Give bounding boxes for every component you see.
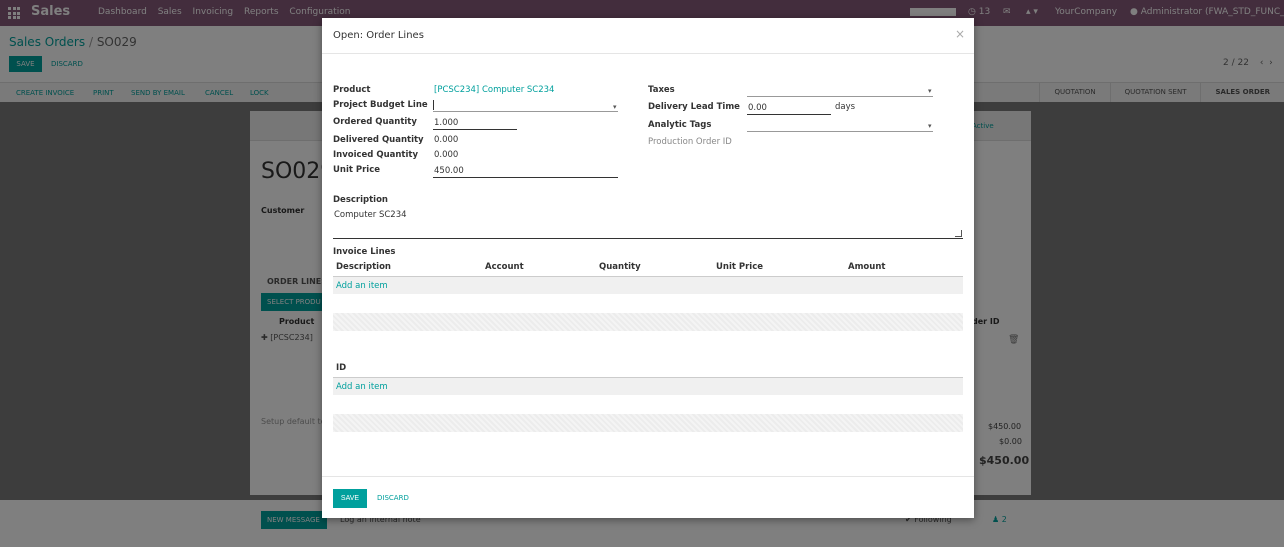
dialog-title: Open: Order Lines [333,30,424,41]
text-cursor [433,100,434,110]
dialog-discard-button[interactable]: DISCARD [377,494,409,502]
production-order-id-label: Production Order ID [648,137,732,147]
empty-row [333,313,963,331]
unit-price-label: Unit Price [333,165,381,175]
budget-underline [433,111,618,112]
taxes-label: Taxes [648,85,675,95]
resize-handle-icon[interactable] [955,230,962,237]
product-link[interactable]: [PCSC234] Computer SC234 [434,85,554,95]
invoiced-quantity-value: 0.000 [434,150,459,160]
invoice-lines-add-row: Add an item [333,277,963,295]
analytic-tags-label: Analytic Tags [648,120,712,130]
unit-price-input[interactable] [433,164,618,178]
product-label: Product [333,85,371,95]
dialog-save-button[interactable]: SAVE [333,489,367,508]
id-table-header: ID [333,362,963,378]
description-textarea[interactable]: Computer SC234 [333,210,963,239]
delivered-quantity-value: 0.000 [434,135,459,145]
add-id-line-link[interactable]: Add an item [336,382,388,392]
id-table-add-row: Add an item [333,378,963,396]
ordered-quantity-label: Ordered Quantity [333,117,417,127]
delivered-quantity-label: Delivered Quantity [333,135,424,145]
order-line-dialog: Open: Order Lines × Product [PCSC234] Co… [322,18,974,518]
dialog-header: Open: Order Lines × [322,18,974,54]
col-quantity[interactable]: Quantity [599,262,641,272]
empty-row [333,414,963,432]
ordered-quantity-input[interactable] [433,116,517,130]
chevron-down-icon[interactable]: ▾ [928,87,932,95]
close-icon[interactable]: × [955,27,965,41]
lead-time-unit: days [835,102,856,112]
description-label: Description [333,195,388,205]
invoiced-quantity-label: Invoiced Quantity [333,150,418,160]
add-invoice-line-link[interactable]: Add an item [336,281,388,291]
col-amount[interactable]: Amount [848,262,885,272]
chevron-down-icon[interactable]: ▾ [928,122,932,130]
col-description[interactable]: Description [336,262,391,272]
col-id[interactable]: ID [336,363,346,373]
project-budget-line-label: Project Budget Line [333,100,428,110]
chevron-down-icon[interactable]: ▾ [613,103,617,111]
col-unit-price[interactable]: Unit Price [716,262,763,272]
delivery-lead-time-label: Delivery Lead Time [648,102,740,112]
col-account[interactable]: Account [485,262,524,272]
taxes-underline [747,96,933,97]
invoice-lines-title: Invoice Lines [333,247,396,257]
analytic-underline [747,131,933,132]
delivery-lead-time-input[interactable] [747,101,831,115]
dialog-footer: SAVE DISCARD [322,476,974,518]
invoice-lines-header: Description Account Quantity Unit Price … [333,261,963,277]
